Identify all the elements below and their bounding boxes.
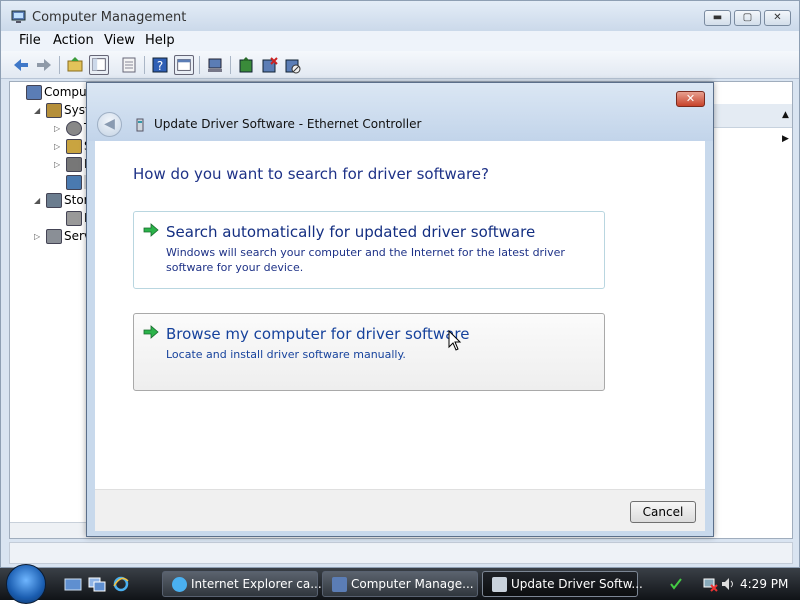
toolbar: ?: [1, 51, 799, 79]
clock-icon: [66, 121, 82, 136]
disk-icon: [66, 211, 82, 226]
update-driver-dialog: ✕ ◀ Update Driver Software - Ethernet Co…: [86, 82, 714, 537]
network-disconnected-icon[interactable]: [702, 576, 718, 592]
dialog-footer: Cancel: [95, 489, 705, 531]
taskbar-button[interactable]: Computer Manage...: [322, 571, 478, 597]
up-folder-icon[interactable]: [65, 55, 85, 75]
services-icon: [46, 229, 62, 244]
minimize-button[interactable]: ▬: [704, 10, 731, 26]
option-title: Search automatically for updated driver …: [166, 223, 536, 241]
taskbar-button[interactable]: Update Driver Softw...: [482, 571, 643, 597]
computer-management-icon: [11, 10, 26, 23]
tree-expander-icon[interactable]: ◢: [34, 196, 40, 205]
help-icon[interactable]: ?: [150, 55, 170, 75]
tree-expander-icon[interactable]: ◢: [34, 106, 40, 115]
tree-expander-icon[interactable]: ▷: [54, 160, 60, 169]
svg-text:?: ?: [157, 59, 163, 73]
browse-computer-option[interactable]: Browse my computer for driver software L…: [133, 313, 605, 391]
dialog-title: Update Driver Software - Ethernet Contro…: [154, 117, 422, 131]
actions-expand-icon[interactable]: ▲: [782, 110, 789, 120]
option-title: Browse my computer for driver software: [166, 325, 470, 343]
title-bar[interactable]: Computer Management ▬ ▢ ✕: [1, 1, 799, 31]
tools-icon: [46, 103, 62, 118]
users-icon: [66, 157, 82, 172]
menu-view[interactable]: View: [104, 33, 135, 48]
internet-explorer-icon: [172, 577, 187, 592]
menu-help[interactable]: Help: [145, 33, 175, 48]
more-actions-icon[interactable]: ▶: [782, 134, 789, 144]
toolbar-separator: [230, 56, 231, 74]
option-description: Windows will search your computer and th…: [166, 246, 565, 274]
computer-management-icon: [332, 577, 347, 592]
tree-expander-icon[interactable]: ▷: [54, 124, 60, 133]
cancel-button[interactable]: Cancel: [630, 501, 696, 523]
uninstall-icon[interactable]: [259, 55, 279, 75]
tree-expander-icon[interactable]: ▷: [54, 142, 60, 151]
clock[interactable]: 4:29 PM: [740, 577, 788, 591]
back-button[interactable]: ◀: [97, 112, 122, 137]
taskbar: Internet Explorer ca... Computer Manage..…: [0, 564, 800, 604]
actions-pane-header: [710, 104, 792, 128]
maximize-button[interactable]: ▢: [734, 10, 761, 26]
taskbar-button-label: Update Driver Softw...: [511, 577, 643, 591]
switch-windows-icon[interactable]: [88, 576, 106, 592]
dialog-heading: How do you want to search for driver sof…: [133, 165, 489, 183]
properties-icon[interactable]: [119, 55, 139, 75]
internet-explorer-icon[interactable]: [112, 576, 130, 592]
close-button[interactable]: ✕: [764, 10, 791, 26]
taskbar-button-label: Computer Manage...: [351, 577, 474, 591]
show-desktop-icon[interactable]: [64, 576, 82, 592]
start-button[interactable]: [6, 564, 46, 604]
dialog-close-button[interactable]: ✕: [676, 91, 705, 107]
dialog-header[interactable]: ✕ ◀ Update Driver Software - Ethernet Co…: [87, 83, 713, 141]
back-icon[interactable]: [11, 55, 31, 75]
green-arrow-icon: [143, 325, 159, 339]
forward-icon[interactable]: [34, 55, 54, 75]
toolbar-separator: [59, 56, 60, 74]
computer-icon: [26, 85, 42, 100]
taskbar-button-label: Internet Explorer ca...: [191, 577, 322, 591]
network-status-icon[interactable]: [668, 576, 684, 592]
network-adapter-icon: [136, 118, 144, 132]
tree-expander-icon[interactable]: ▷: [34, 232, 40, 241]
volume-icon[interactable]: [720, 576, 736, 592]
update-driver-icon[interactable]: [236, 55, 256, 75]
toolbar-separator: [199, 56, 200, 74]
show-tree-icon[interactable]: [89, 55, 109, 75]
mouse-cursor-icon: [448, 330, 462, 351]
menu-bar: File Action View Help: [1, 31, 799, 51]
toolbar-separator: [144, 56, 145, 74]
search-automatically-option[interactable]: Search automatically for updated driver …: [133, 211, 605, 289]
view-icon[interactable]: [174, 55, 194, 75]
menu-action[interactable]: Action: [53, 33, 94, 48]
green-arrow-icon: [143, 223, 159, 237]
option-description: Locate and install driver software manua…: [166, 348, 406, 361]
scan-hardware-icon[interactable]: [205, 55, 225, 75]
folder-share-icon: [66, 139, 82, 154]
storage-icon: [46, 193, 62, 208]
status-bar: [9, 542, 793, 564]
menu-file[interactable]: File: [19, 33, 41, 48]
device-icon: [492, 577, 507, 592]
disable-icon[interactable]: [282, 55, 302, 75]
window-title: Computer Management: [32, 10, 187, 25]
taskbar-button[interactable]: Internet Explorer ca...: [162, 571, 322, 597]
device-manager-icon: [66, 175, 82, 190]
dialog-body: How do you want to search for driver sof…: [95, 141, 705, 489]
